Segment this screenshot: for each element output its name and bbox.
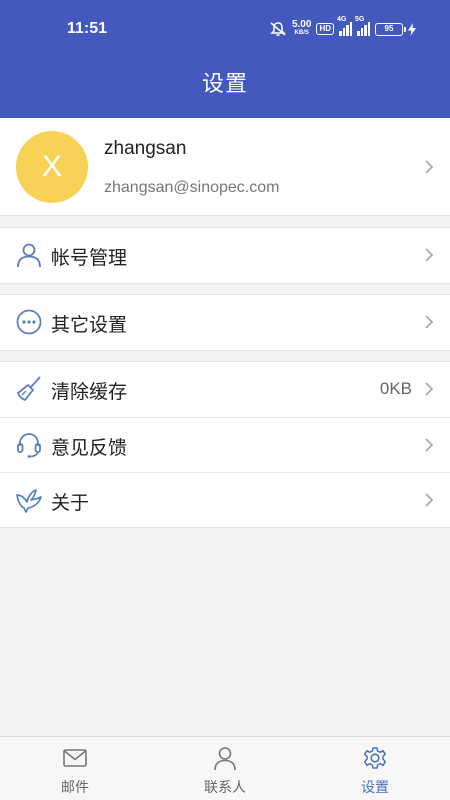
mail-icon <box>63 749 87 767</box>
profile-card[interactable]: X <box>0 118 450 216</box>
menu-item-label: 清除缓存 <box>51 381 128 403</box>
status-icons: 5.00 KB/S HD 4G 5G 95 <box>269 16 416 39</box>
menu-item-label: 帐号管理 <box>51 247 128 269</box>
status-bar: 11:51 5.00 KB/S HD 4G 5G 95 <box>0 0 450 60</box>
menu-item-other-settings[interactable]: 其它设置 <box>0 295 450 350</box>
signal-4g-label: 4G <box>337 16 347 23</box>
contact-icon <box>214 747 236 771</box>
other-settings-group: 其它设置 <box>0 294 450 351</box>
tab-mail[interactable]: 邮件 <box>0 737 150 800</box>
misc-group: 清除缓存 0KB 意见反馈 关于 <box>0 361 450 528</box>
menu-item-feedback[interactable]: 意见反馈 <box>0 417 450 472</box>
hd-badge: HD <box>316 23 334 35</box>
tab-label: 设置 <box>361 780 389 796</box>
headset-icon <box>17 433 41 458</box>
chevron-right-icon <box>424 314 434 330</box>
menu-item-label: 其它设置 <box>51 314 128 336</box>
net-speed-unit: KB/S <box>294 30 309 36</box>
status-time: 11:51 <box>67 20 108 37</box>
signal-4g-icon: 4G <box>337 16 352 36</box>
more-circle-icon <box>16 309 42 335</box>
tab-label: 联系人 <box>204 780 246 796</box>
menu-item-about[interactable]: 关于 <box>0 472 450 527</box>
battery-icon: 95 <box>375 22 406 36</box>
signal-5g-label: 5G <box>355 16 365 23</box>
net-speed-value: 5.00 <box>291 19 312 30</box>
bottom-tab-bar: 邮件 联系人 设置 <box>0 736 450 800</box>
mute-bell-icon <box>270 22 286 36</box>
signal-5g-icon: 5G <box>355 16 370 36</box>
charging-bolt-icon <box>408 22 416 36</box>
chevron-right-icon <box>424 437 434 453</box>
menu-item-label: 关于 <box>51 492 90 514</box>
settings-gear-icon <box>363 747 387 769</box>
page-title: 设置 <box>201 72 248 97</box>
account-group: 帐号管理 <box>0 227 450 284</box>
tab-settings[interactable]: 设置 <box>300 737 450 800</box>
chevron-right-icon <box>424 492 434 508</box>
menu-item-label: 意见反馈 <box>51 437 128 459</box>
chevron-right-icon <box>424 381 434 397</box>
profile-name: zhangsan <box>104 138 187 159</box>
cache-size-value: 0KB <box>379 379 412 398</box>
network-speed: 5.00 KB/S <box>291 19 312 37</box>
bird-icon <box>16 489 42 513</box>
broom-icon <box>17 376 41 401</box>
profile-email: zhangsan@sinopec.com <box>104 179 280 196</box>
user-icon <box>17 243 41 268</box>
chevron-right-icon <box>424 247 434 263</box>
menu-item-clear-cache[interactable]: 清除缓存 0KB <box>0 362 450 417</box>
tab-label: 邮件 <box>61 780 89 796</box>
app-header: 11:51 5.00 KB/S HD 4G 5G 95 设置 <box>0 0 450 118</box>
tab-contacts[interactable]: 联系人 <box>150 737 300 800</box>
chevron-right-icon <box>424 159 434 175</box>
menu-item-account[interactable]: 帐号管理 <box>0 228 450 283</box>
avatar[interactable]: X <box>16 131 88 203</box>
